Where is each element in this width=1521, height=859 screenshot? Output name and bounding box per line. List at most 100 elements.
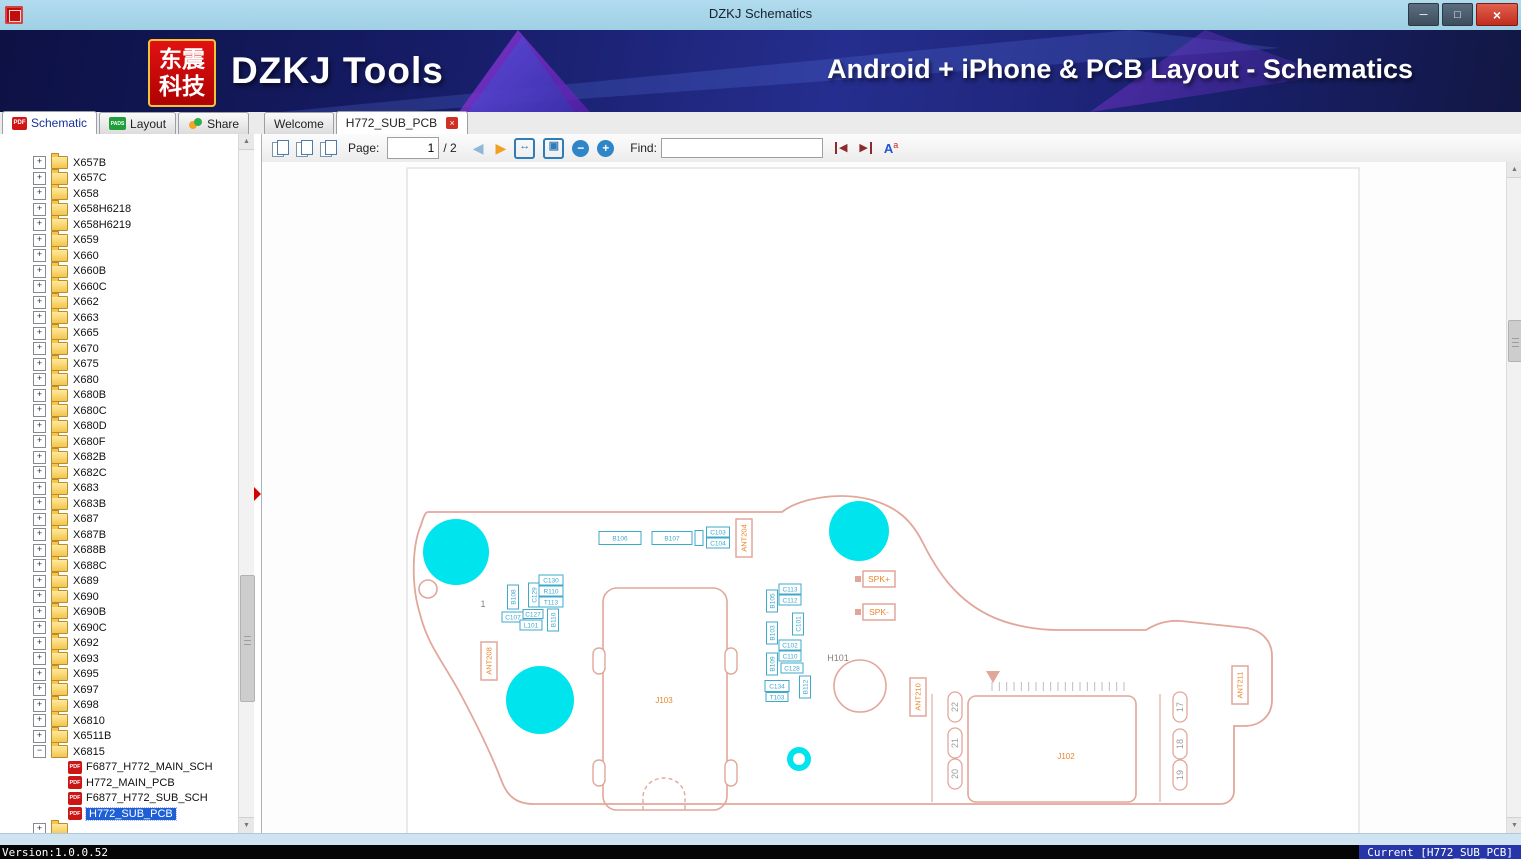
tree-folder-X660B[interactable]: + X660B [0, 261, 238, 280]
tree-folder-X683[interactable]: + X683 [0, 478, 238, 497]
tree-doc-F6877_H772_SUB_SCH[interactable]: PDF F6877_H772_SUB_SCH [0, 791, 238, 807]
expand-icon[interactable]: + [33, 357, 46, 371]
expand-icon[interactable]: + [33, 652, 46, 666]
expand-icon[interactable]: + [33, 156, 46, 170]
tree-folder-X692[interactable]: + X692 [0, 633, 238, 652]
tree-folder-X689[interactable]: + X689 [0, 571, 238, 590]
tree-folder-X658H6219[interactable]: + X658H6219 [0, 215, 238, 233]
tree-folder-X6810[interactable]: + X6810 [0, 711, 238, 729]
page-input[interactable] [387, 137, 440, 159]
expand-icon[interactable]: + [33, 497, 46, 511]
expand-icon[interactable]: + [33, 559, 46, 573]
tree-folder-X663[interactable]: + X663 [0, 308, 238, 326]
expand-icon[interactable]: + [33, 171, 46, 185]
tree-folder-X657B[interactable]: + X657B [0, 153, 238, 171]
tree-folder-X6511B[interactable]: + X6511B [0, 726, 238, 745]
tree-folder-X660[interactable]: + X660 [0, 246, 238, 264]
scroll-down-icon[interactable]: ▼ [239, 817, 254, 833]
zoom-in-button[interactable]: + [597, 139, 615, 157]
tree-folder-X680D[interactable]: + X680D [0, 416, 238, 435]
tree-doc-F6877_H772_MAIN_SCH[interactable]: PDF F6877_H772_MAIN_SCH [0, 760, 238, 776]
expand-icon[interactable]: + [33, 667, 46, 681]
expand-icon[interactable]: + [33, 466, 46, 480]
expand-icon[interactable]: + [33, 528, 46, 542]
expand-icon[interactable]: + [33, 419, 46, 433]
tree-folder-X660C[interactable]: + X660C [0, 277, 238, 295]
tree-folder-X658[interactable]: + X658 [0, 184, 238, 202]
fit-width-button[interactable]: ↔ [514, 137, 536, 159]
expand-icon[interactable]: + [33, 233, 46, 247]
expand-icon[interactable]: + [33, 311, 46, 325]
expand-icon[interactable]: + [33, 481, 46, 495]
prev-page-button[interactable]: ◀ [473, 140, 484, 157]
tree-folder-X658H6218[interactable]: + X658H6218 [0, 199, 238, 218]
tab-schematic[interactable]: PDF Schematic [2, 111, 98, 135]
fit-page-button[interactable]: ▣ [543, 137, 565, 159]
tree-doc-H772_SUB_PCB[interactable]: PDF H772_SUB_PCB [0, 806, 238, 822]
tree-folder-X690[interactable]: + X690 [0, 587, 238, 605]
tree-folder-X697[interactable]: + X697 [0, 680, 238, 698]
find-prev-button[interactable]: ◀ [834, 142, 847, 154]
tree-folder-X690B[interactable]: + X690B [0, 602, 238, 621]
scroll-up-icon[interactable]: ▲ [1507, 162, 1521, 178]
expand-icon[interactable]: + [33, 373, 46, 387]
doc-tab-H772_SUB_PCB[interactable]: H772_SUB_PCB × [335, 111, 469, 135]
tree-folder-X688B[interactable]: + X688B [0, 540, 238, 559]
scroll-up-icon[interactable]: ▲ [239, 134, 254, 150]
tree-folder-X687[interactable]: + X687 [0, 509, 238, 528]
expand-icon[interactable]: + [33, 574, 46, 588]
viewer-scroll-thumb[interactable] [1508, 320, 1521, 362]
maximize-button[interactable]: □ [1442, 3, 1473, 26]
scroll-down-icon[interactable]: ▼ [1507, 817, 1521, 833]
tree-folder-X688C[interactable]: + X688C [0, 556, 238, 574]
single-page-icon[interactable] [272, 140, 290, 157]
next-page-button[interactable]: ▶ [495, 140, 506, 157]
close-tab-icon[interactable]: × [446, 117, 459, 129]
tree-doc-H772_MAIN_PCB[interactable]: PDF H772_MAIN_PCB [0, 775, 238, 791]
expand-icon[interactable]: + [33, 435, 46, 449]
expand-icon[interactable]: + [33, 280, 46, 294]
expand-icon[interactable]: + [33, 590, 46, 604]
expand-icon[interactable]: + [33, 388, 46, 402]
expand-icon[interactable]: + [33, 218, 46, 232]
expand-icon[interactable]: + [33, 342, 46, 356]
tree-folder-X675[interactable]: + X675 [0, 354, 238, 373]
tree-folder-X670[interactable]: + X670 [0, 339, 238, 357]
expand-icon[interactable]: + [33, 729, 46, 743]
zoom-out-button[interactable]: − [572, 139, 590, 157]
tab-layout[interactable]: PADS Layout [99, 112, 177, 134]
doc-tab-Welcome[interactable]: Welcome [264, 112, 334, 134]
expand-icon[interactable]: + [33, 404, 46, 418]
tree-scroll-thumb[interactable] [240, 575, 255, 702]
expand-icon[interactable]: + [33, 264, 46, 278]
find-input[interactable] [660, 138, 823, 158]
tree-folder-X665[interactable]: + X665 [0, 323, 238, 342]
expand-icon[interactable]: + [33, 326, 46, 340]
tree-folder-X690C[interactable]: + X690C [0, 618, 238, 636]
match-case-button[interactable]: Aa [884, 140, 898, 156]
expand-icon[interactable]: + [33, 295, 46, 309]
close-button[interactable]: × [1476, 3, 1518, 26]
tree-folder-X680B[interactable]: + X680B [0, 385, 238, 404]
tree-folder-X695[interactable]: + X695 [0, 664, 238, 683]
tree-folder-X659[interactable]: + X659 [0, 230, 238, 249]
tree-folder-X657C[interactable]: + X657C [0, 168, 238, 187]
tree-folder-X693[interactable]: + X693 [0, 649, 238, 667]
tree-folder-X682C[interactable]: + X682C [0, 463, 238, 481]
collapse-icon[interactable]: − [33, 745, 46, 759]
expand-icon[interactable]: + [33, 605, 46, 619]
expand-icon[interactable]: + [33, 636, 46, 650]
tree-folder-X680[interactable]: + X680 [0, 370, 238, 388]
tree-folder-X687B[interactable]: + X687B [0, 525, 238, 543]
tree-folder-X683B[interactable]: + X683B [0, 494, 238, 512]
expand-icon[interactable]: + [33, 512, 46, 526]
tab-share[interactable]: Share [178, 112, 250, 134]
expand-icon[interactable]: + [33, 543, 46, 557]
minimize-button[interactable]: ─ [1408, 3, 1439, 26]
expand-icon[interactable]: + [33, 683, 46, 697]
expand-icon[interactable]: + [33, 621, 46, 635]
expand-icon[interactable]: + [33, 450, 46, 464]
expand-icon[interactable]: + [33, 698, 46, 712]
facing-pages-icon[interactable] [296, 140, 314, 157]
tree-folder-X680F[interactable]: + X680F [0, 432, 238, 450]
